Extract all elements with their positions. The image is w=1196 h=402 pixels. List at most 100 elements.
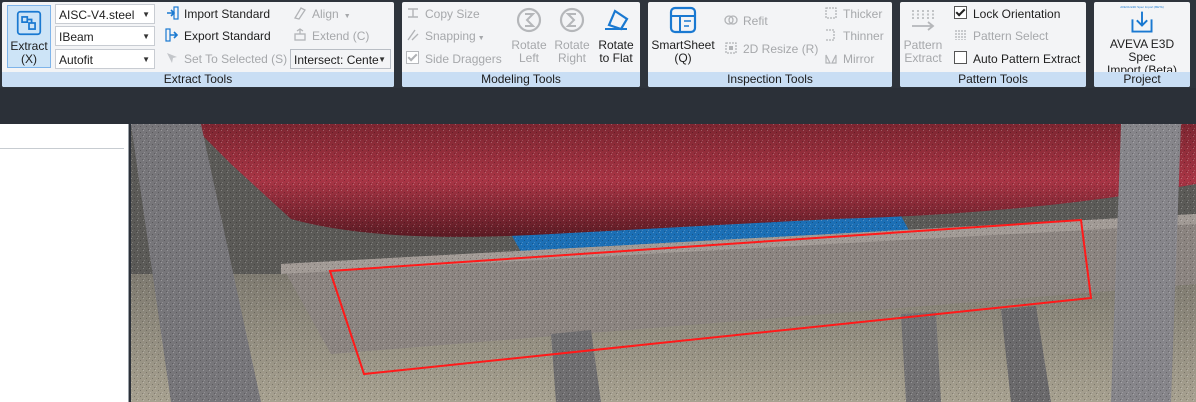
- intersect-value: Intersect: Cente: [294, 53, 379, 67]
- project-label: Project: [1094, 72, 1190, 87]
- refit-label: Refit: [743, 14, 768, 28]
- copy-size-button[interactable]: Copy Size: [406, 4, 480, 24]
- inspection-tools-label: Inspection Tools: [648, 72, 892, 87]
- extract-button[interactable]: Extract (X): [7, 5, 51, 68]
- refit-icon: [724, 15, 738, 25]
- chevron-down-icon: ▼: [477, 35, 485, 42]
- extract-tools-label: Extract Tools: [2, 72, 394, 87]
- chevron-down-icon: ▼: [378, 55, 386, 64]
- thicker-label: Thicker: [843, 7, 883, 21]
- align-button[interactable]: Align ▼: [293, 4, 351, 24]
- rotate-flat-icon: [605, 9, 629, 31]
- rotate-right-label-2: Right: [557, 51, 586, 65]
- lock-orientation-checkbox[interactable]: Lock Orientation: [954, 4, 1060, 24]
- auto-pattern-extract-check[interactable]: [954, 51, 967, 64]
- modeling-tools-group: Copy Size Snapping ▼ Side Draggers Rotate…: [402, 2, 640, 87]
- auto-pattern-extract-label: Auto Pattern Extract: [973, 52, 1081, 66]
- pattern-select-button[interactable]: Pattern Select: [954, 26, 1048, 46]
- lock-orientation-check[interactable]: [954, 6, 967, 19]
- toolbar-strip: [0, 88, 1196, 124]
- rotate-right-button[interactable]: Rotate Right: [551, 5, 593, 65]
- pattern-extract-icon: [912, 10, 935, 31]
- thicker-button[interactable]: Thicker: [824, 4, 882, 24]
- rotate-left-icon: [516, 7, 542, 33]
- inspection-tools-group: SmartSheet (Q) Refit 2D Resize (R) Thick…: [648, 2, 892, 87]
- set-to-selected-label: Set To Selected (S): [184, 52, 288, 66]
- thinner-icon: [826, 29, 835, 41]
- side-draggers-label: Side Draggers: [425, 52, 502, 66]
- export-icon: [165, 28, 179, 42]
- thicker-icon: [825, 7, 837, 19]
- rotate-flat-label-2: to Flat: [599, 51, 633, 65]
- intersect-select[interactable]: Intersect: Cente ▼: [290, 49, 391, 69]
- mirror-icon: [825, 54, 837, 64]
- steel-library-value: AISC-V4.steel: [59, 8, 135, 22]
- auto-pattern-extract-checkbox[interactable]: Auto Pattern Extract: [954, 49, 1080, 69]
- aveva-icon-caption: AVEVA E3D Spec Import (BETA): [1120, 5, 1164, 9]
- fit-mode-select[interactable]: Autofit ▼: [55, 49, 155, 69]
- panel-divider: [0, 148, 124, 149]
- export-standard-button[interactable]: Export Standard: [165, 26, 271, 46]
- import-standard-label: Import Standard: [184, 7, 271, 21]
- side-panel[interactable]: [0, 124, 129, 402]
- import-icon: [167, 6, 179, 20]
- chevron-down-icon: ▼: [142, 10, 150, 19]
- pattern-extract-button[interactable]: Pattern Extract: [902, 5, 944, 65]
- rotate-left-label-2: Left: [518, 51, 539, 65]
- smartsheet-icon: [669, 6, 697, 34]
- aveva-label-1: AVEVA E3D Spec: [1109, 37, 1175, 64]
- resize-icon: [725, 42, 737, 54]
- ribbon: Extract (X) AISC-V4.steel ▼ IBeam ▼ Auto…: [0, 0, 1196, 88]
- thinner-button[interactable]: Thinner: [824, 26, 884, 46]
- aveva-e3d-import-button[interactable]: AVEVA E3D Spec Import (BETA) AVEVA E3D S…: [1095, 5, 1189, 77]
- pattern-select-icon: [955, 30, 966, 40]
- pattern-tools-group: Pattern Extract Lock Orientation Pattern…: [900, 2, 1086, 87]
- extend-label: Extend (C): [312, 29, 370, 43]
- mirror-button[interactable]: Mirror: [824, 49, 874, 69]
- rotate-left-button[interactable]: Rotate Left: [508, 5, 550, 65]
- 2d-resize-button[interactable]: 2D Resize (R): [724, 39, 818, 59]
- set-selected-icon: [167, 53, 177, 63]
- mirror-label: Mirror: [843, 52, 875, 66]
- snapping-button[interactable]: Snapping ▼: [406, 26, 485, 46]
- smartsheet-label-2: (Q): [674, 51, 692, 65]
- extend-icon: [294, 28, 306, 41]
- fit-mode-value: Autofit: [59, 53, 94, 67]
- shape-type-select[interactable]: IBeam ▼: [55, 26, 155, 46]
- extract-shortcut: (X): [21, 52, 37, 66]
- rotate-right-icon: [559, 7, 585, 33]
- extract-icon: [16, 10, 42, 36]
- steel-library-select[interactable]: AISC-V4.steel ▼: [55, 4, 155, 24]
- shape-type-value: IBeam: [59, 30, 94, 44]
- pattern-extract-label-2: Extract: [904, 51, 942, 65]
- pattern-tools-label: Pattern Tools: [900, 72, 1086, 87]
- snapping-icon: [407, 29, 419, 41]
- align-label: Align: [312, 7, 339, 21]
- chevron-down-icon: ▼: [142, 55, 150, 64]
- import-standard-button[interactable]: Import Standard: [165, 4, 270, 24]
- point-cloud-scene: [131, 124, 1196, 402]
- download-icon: [1131, 11, 1153, 33]
- set-to-selected-button[interactable]: Set To Selected (S): [165, 49, 287, 69]
- point-cloud-viewport[interactable]: [131, 124, 1196, 402]
- export-standard-label: Export Standard: [184, 29, 271, 43]
- thinner-label: Thinner: [843, 29, 884, 43]
- project-group: AVEVA E3D Spec Import (BETA) AVEVA E3D S…: [1094, 2, 1190, 87]
- pattern-select-label: Pattern Select: [973, 29, 1049, 43]
- rotate-to-flat-button[interactable]: Rotate to Flat: [594, 5, 638, 65]
- side-draggers-check[interactable]: [406, 51, 419, 64]
- snapping-label: Snapping: [425, 29, 476, 43]
- extend-button[interactable]: Extend (C): [293, 26, 369, 46]
- chevron-down-icon: ▼: [142, 32, 150, 41]
- lock-orientation-label: Lock Orientation: [973, 7, 1061, 21]
- smartsheet-button[interactable]: SmartSheet (Q): [650, 5, 716, 65]
- align-icon: [293, 7, 306, 20]
- modeling-tools-label: Modeling Tools: [402, 72, 640, 87]
- side-draggers-checkbox[interactable]: Side Draggers: [406, 49, 502, 69]
- 2d-resize-label: 2D Resize (R): [743, 42, 819, 56]
- refit-button[interactable]: Refit: [724, 11, 768, 31]
- copy-size-icon: [408, 8, 418, 18]
- extract-tools-group: Extract (X) AISC-V4.steel ▼ IBeam ▼ Auto…: [2, 2, 394, 87]
- copy-size-label: Copy Size: [425, 7, 480, 21]
- chevron-down-icon: ▼: [343, 13, 351, 20]
